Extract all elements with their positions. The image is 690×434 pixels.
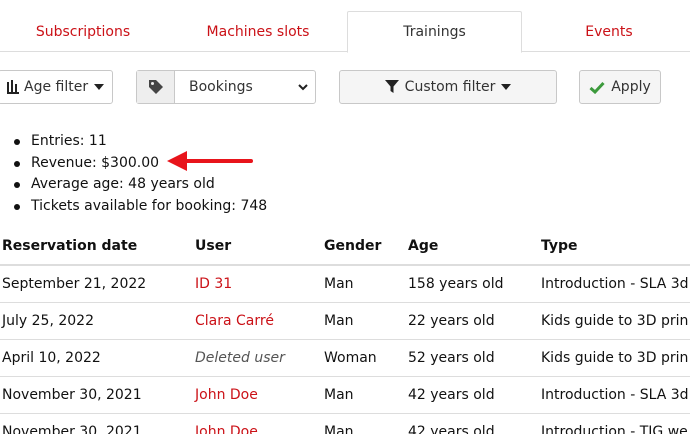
tab-trainings[interactable]: Trainings xyxy=(347,11,522,53)
cell-gender: Man xyxy=(324,313,354,329)
cell-gender: Man xyxy=(324,276,354,292)
filter-icon xyxy=(384,80,399,94)
age-filter-button[interactable]: Age filter xyxy=(0,70,113,104)
tag-icon xyxy=(137,71,175,103)
cell-type: Kids guide to 3D prin xyxy=(541,313,689,329)
user-link[interactable]: ID 31 xyxy=(195,266,232,302)
cell-type: Introduction - SLA 3d xyxy=(541,276,689,292)
type-select-value: Bookings xyxy=(189,79,253,95)
cell-date: July 25, 2022 xyxy=(2,313,94,329)
cell-gender: Woman xyxy=(324,350,377,366)
chevron-down-icon xyxy=(297,80,309,98)
cell-date: November 30, 2021 xyxy=(2,387,142,403)
deleted-user-label: Deleted user xyxy=(195,350,285,366)
cell-type: Introduction - SLA 3d xyxy=(541,387,689,403)
table-row: July 25, 2022 Clara Carré Man 22 years o… xyxy=(0,303,690,340)
type-select[interactable]: Bookings xyxy=(175,71,315,103)
tab-events[interactable]: Events xyxy=(526,11,690,52)
caret-down-icon xyxy=(94,84,105,90)
cell-date: September 21, 2022 xyxy=(2,276,147,292)
type-select-group: Bookings xyxy=(136,70,316,104)
age-filter-label: Age filter xyxy=(24,79,89,95)
tab-subscriptions[interactable]: Subscriptions xyxy=(0,11,166,52)
stat-tickets-available: Tickets available for booking: 748 xyxy=(10,196,267,218)
red-arrow-annotation xyxy=(167,151,253,171)
user-link[interactable]: Clara Carré xyxy=(195,303,274,339)
custom-filter-button[interactable]: Custom filter xyxy=(339,70,557,104)
cell-age: 22 years old xyxy=(408,313,495,329)
custom-filter-label: Custom filter xyxy=(404,79,496,95)
stat-average-age: Average age: 48 years old xyxy=(10,174,267,196)
apply-label: Apply xyxy=(611,79,651,95)
header-gender[interactable]: Gender xyxy=(324,228,381,264)
table-row: November 30, 2021 John Doe Man 42 years … xyxy=(0,414,690,434)
cell-age: 42 years old xyxy=(408,424,495,434)
age-filter-icon xyxy=(7,80,19,94)
cell-age: 158 years old xyxy=(408,276,504,292)
table-row: September 21, 2022 ID 31 Man 158 years o… xyxy=(0,266,690,303)
header-age[interactable]: Age xyxy=(408,228,438,264)
stats-tabs: Subscriptions Machines slots Trainings E… xyxy=(0,0,690,53)
cell-age: 52 years old xyxy=(408,350,495,366)
table-row: November 30, 2021 John Doe Man 42 years … xyxy=(0,377,690,414)
table-header: Reservation date User Gender Age Type xyxy=(0,228,690,266)
user-link[interactable]: John Doe xyxy=(195,377,258,413)
table-row: April 10, 2022 Deleted user Woman 52 yea… xyxy=(0,340,690,377)
stats-summary: Entries: 11 Revenue: $300.00 Average age… xyxy=(10,131,267,217)
caret-down-icon xyxy=(501,84,512,90)
tab-machines-slots[interactable]: Machines slots xyxy=(172,11,344,52)
header-reservation-date[interactable]: Reservation date xyxy=(2,228,137,264)
check-icon xyxy=(589,81,605,94)
cell-gender: Man xyxy=(324,387,354,403)
header-type[interactable]: Type xyxy=(541,228,578,264)
cell-type: Kids guide to 3D prin xyxy=(541,350,689,366)
header-user[interactable]: User xyxy=(195,228,231,264)
reservations-table: Reservation date User Gender Age Type Se… xyxy=(0,228,690,434)
cell-date: November 30, 2021 xyxy=(2,424,142,434)
user-link[interactable]: John Doe xyxy=(195,414,258,434)
cell-age: 42 years old xyxy=(408,387,495,403)
cell-gender: Man xyxy=(324,424,354,434)
cell-type: Introduction - TIG we xyxy=(541,424,688,434)
apply-button[interactable]: Apply xyxy=(579,70,661,104)
cell-date: April 10, 2022 xyxy=(2,350,101,366)
